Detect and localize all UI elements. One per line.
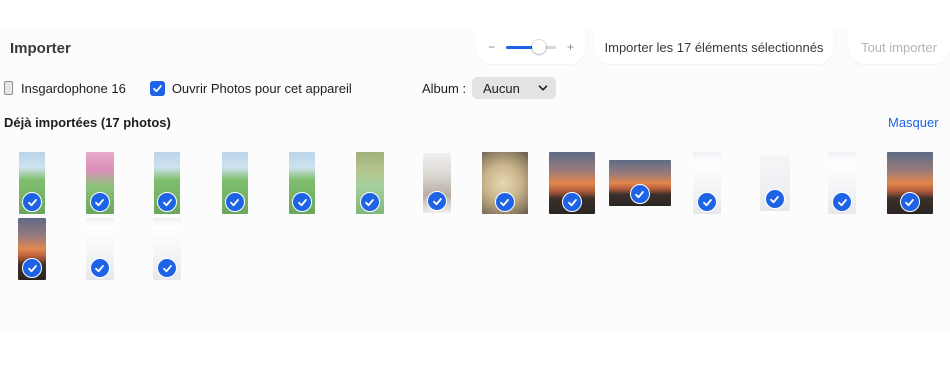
- selected-check-icon[interactable]: [22, 192, 42, 212]
- hide-button[interactable]: Masquer: [888, 115, 939, 130]
- selected-check-icon[interactable]: [899, 192, 920, 212]
- zoom-slider-knob[interactable]: [531, 40, 546, 54]
- selected-check-icon[interactable]: [89, 192, 110, 212]
- selected-check-icon[interactable]: [359, 192, 380, 212]
- chevron-down-icon: [538, 85, 548, 91]
- selected-check-icon[interactable]: [697, 192, 717, 212]
- selected-check-icon[interactable]: [22, 258, 42, 278]
- selected-check-icon[interactable]: [427, 191, 447, 211]
- zoom-in-button[interactable]: +: [567, 40, 574, 54]
- selected-check-icon[interactable]: [157, 192, 177, 212]
- zoom-out-button[interactable]: −: [488, 40, 495, 54]
- selected-check-icon[interactable]: [629, 184, 650, 204]
- window-top-area: [0, 0, 950, 30]
- open-photos-label[interactable]: Ouvrir Photos pour cet appareil: [172, 81, 352, 96]
- selected-check-icon[interactable]: [89, 258, 110, 278]
- zoom-slider[interactable]: [506, 40, 556, 54]
- open-photos-checkbox[interactable]: [149, 80, 165, 96]
- section-title: Déjà importées (17 photos): [4, 115, 171, 130]
- album-label: Album :: [422, 81, 467, 96]
- phone-icon: [4, 81, 13, 95]
- selected-check-icon[interactable]: [764, 189, 785, 209]
- selected-check-icon[interactable]: [224, 192, 245, 212]
- selected-check-icon[interactable]: [494, 192, 515, 212]
- device-row: Insgardophone 16 Ouvrir Photos pour cet …: [4, 78, 352, 98]
- page-title: Importer: [10, 40, 71, 57]
- import-window: Importer − + Importer les 17 éléments sé…: [0, 30, 950, 330]
- selected-check-icon[interactable]: [832, 192, 852, 212]
- device-name: Insgardophone 16: [21, 80, 126, 96]
- import-all-button[interactable]: Tout importer: [848, 30, 950, 64]
- album-select-value: Aucun: [483, 80, 520, 96]
- import-selected-button[interactable]: Importer les 17 éléments sélectionnés: [594, 30, 834, 64]
- selected-check-icon[interactable]: [562, 192, 582, 212]
- selected-check-icon[interactable]: [157, 258, 177, 278]
- album-select[interactable]: Aucun: [472, 77, 556, 99]
- checkmark-icon: [152, 84, 162, 92]
- selected-check-icon[interactable]: [292, 192, 312, 212]
- zoom-control: − +: [476, 30, 586, 64]
